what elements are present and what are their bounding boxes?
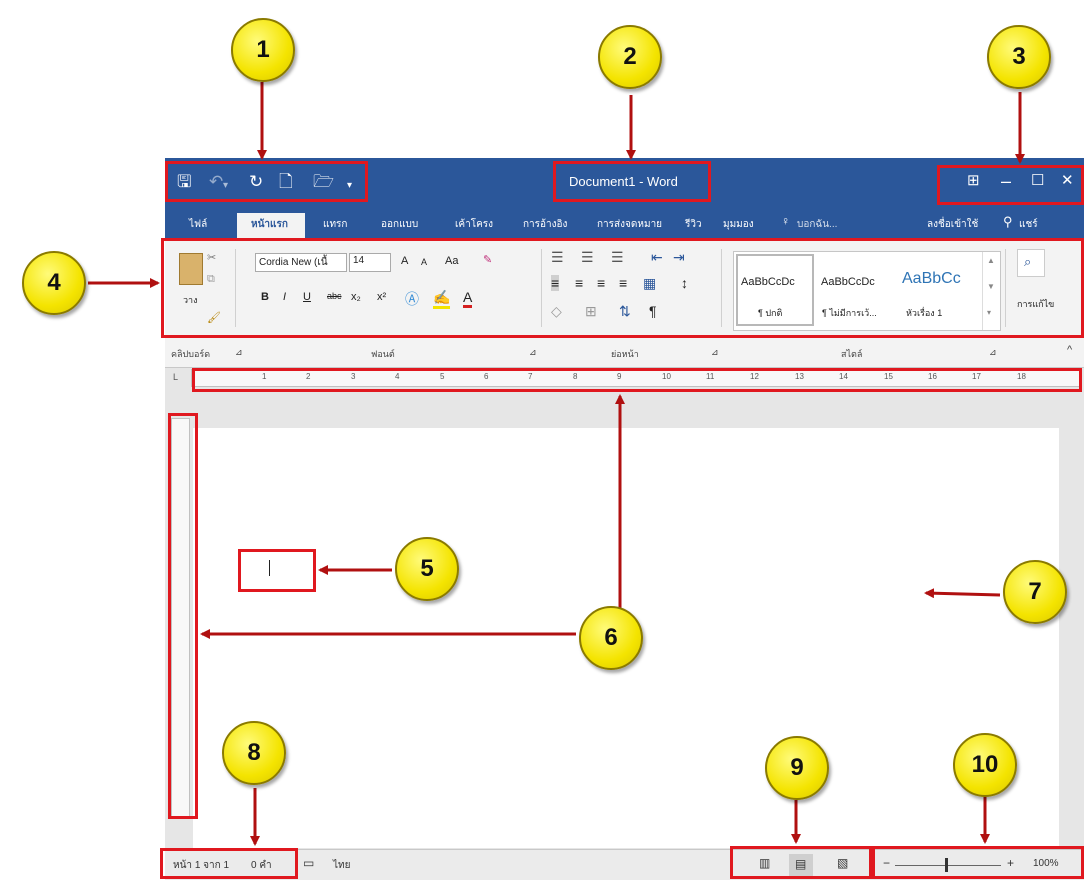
callout-4: 4 [22, 251, 86, 315]
callout-10: 10 [953, 733, 1017, 797]
arrow-7 [924, 588, 1001, 599]
annotation-arrows [88, 82, 1025, 846]
callout-9: 9 [765, 736, 829, 800]
callout-2: 2 [598, 25, 662, 89]
callout-7: 7 [1003, 560, 1067, 624]
callout-3: 3 [987, 25, 1051, 89]
callout-5: 5 [395, 537, 459, 601]
callout-1: 1 [231, 18, 295, 82]
callout-6: 6 [579, 606, 643, 670]
callout-8: 8 [222, 721, 286, 785]
